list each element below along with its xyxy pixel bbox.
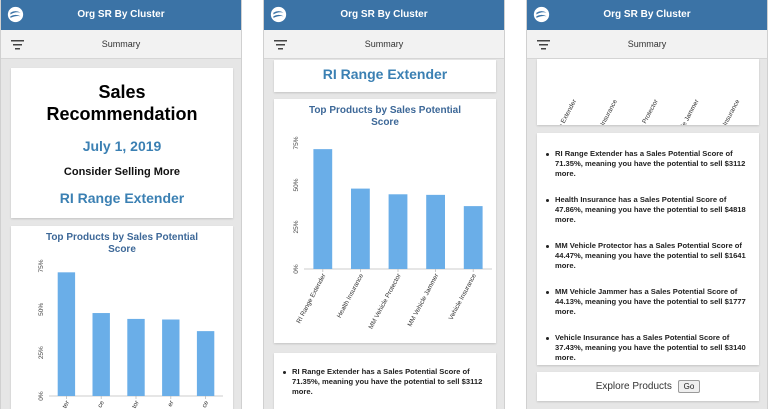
x-tick-label: MM Vehicle Jammer <box>667 98 701 125</box>
y-tick-label: 50% <box>293 178 300 191</box>
recommendation-item: MM Vehicle Protector has a Sales Potenti… <box>546 241 751 271</box>
sales-potential-bar-chart: 0% 25% 50% 75% RI Range Extender Health Insur… <box>293 136 492 331</box>
summary-toolbar: Summary <box>264 30 504 59</box>
summary-toolbar: Summary <box>527 30 767 59</box>
summary-heading-line2: Recommendation <box>46 104 198 124</box>
chart-card: Top Products by Sales Potential Score 0%… <box>274 99 496 343</box>
app-title: Org SR By Cluster <box>603 9 691 20</box>
chart-bar <box>162 319 180 396</box>
explore-label: Explore Products <box>595 381 672 393</box>
x-tick-label: tor <box>131 399 141 409</box>
chart-bar <box>92 313 110 396</box>
x-tick-label: Vehicle Insurance <box>711 98 741 125</box>
explore-card: Explore Products Go <box>537 372 759 401</box>
y-tick-label: 50% <box>38 303 45 316</box>
toolbar-label: Summary <box>627 39 667 49</box>
recommendation-list: RI Range Extender has a Sales Potential … <box>283 367 488 397</box>
toolbar-label: Summary <box>101 39 141 49</box>
summary-date: July 1, 2019 <box>82 138 162 154</box>
recommendations-card: RI Range Extender has a Sales Potential … <box>537 133 759 365</box>
go-button[interactable]: Go <box>677 380 701 393</box>
y-tick-label: 25% <box>293 220 300 233</box>
phone-screen-3: Org SR By Cluster Summary RI Range Exten… <box>526 0 768 409</box>
chart-x-axis-labels: RI Range ExtenderHealth InsuranceMM Vehi… <box>546 98 742 125</box>
app-header: Org SR By Cluster <box>1 0 241 30</box>
app-title: Org SR By Cluster <box>77 9 165 20</box>
chart-bar <box>426 194 445 269</box>
x-tick-label: Health Insurance <box>336 272 365 319</box>
chart-bar <box>463 206 483 269</box>
phone-screen-2: Org SR By Cluster Summary RI Range Exten… <box>263 0 505 409</box>
toolbar-label: Summary <box>364 39 404 49</box>
x-tick-label: MM Vehicle Protector <box>368 272 404 331</box>
chart-bar <box>351 188 370 269</box>
x-tick-label: Health Insurance <box>590 98 619 125</box>
recommendation-item: RI Range Extender has a Sales Potential … <box>283 367 488 397</box>
recommended-product: RI Range Extender <box>59 190 185 206</box>
y-tick-label: 75% <box>293 136 300 149</box>
recommended-product: RI Range Extender <box>322 66 448 82</box>
chart-bar <box>313 149 333 269</box>
x-tick-label: ter <box>61 399 71 409</box>
x-tick-label: er <box>167 399 176 408</box>
recommendation-item: Health Insurance has a Sales Potential S… <box>546 195 751 225</box>
app-title: Org SR By Cluster <box>340 9 428 20</box>
chart-bar <box>57 272 76 396</box>
x-tick-label: ce <box>201 399 211 409</box>
app-header: Org SR By Cluster <box>527 0 767 30</box>
chart-bar <box>196 331 215 396</box>
app-header: Org SR By Cluster <box>264 0 504 30</box>
recommendation-item: Vehicle Insurance has a Sales Potential … <box>546 333 751 363</box>
x-tick-label: RI Range Extender <box>295 272 328 325</box>
y-tick-label: 0% <box>293 264 300 274</box>
summary-card: RI Range Extender <box>274 60 496 92</box>
summary-heading-line1: Sales <box>98 82 146 102</box>
summary-card: Sales Recommendation July 1, 2019 Consid… <box>11 68 233 218</box>
consider-text: Consider Selling More <box>63 166 181 178</box>
chart-card-bottom: RI Range ExtenderHealth InsuranceMM Vehi… <box>537 59 759 125</box>
chart-bar <box>388 194 408 269</box>
recommendation-item: RI Range Extender has a Sales Potential … <box>546 149 751 179</box>
chart-bar <box>127 318 145 396</box>
y-tick-label: 0% <box>38 391 45 401</box>
recommendation-list: RI Range Extender has a Sales Potential … <box>546 149 751 363</box>
y-tick-label: 75% <box>38 259 45 272</box>
x-tick-label: Vehicle Insurance <box>448 272 478 321</box>
explore-row: Explore Products Go <box>537 380 759 393</box>
phone-screen-1: Org SR By Cluster Summary Sales Recommen… <box>0 0 242 409</box>
recommendations-card: RI Range Extender has a Sales Potential … <box>274 353 496 409</box>
x-tick-label: MM Vehicle Protector <box>625 98 661 125</box>
y-tick-label: 25% <box>38 346 45 359</box>
x-tick-label: RI Range Extender <box>546 98 579 125</box>
recommendation-item: MM Vehicle Jammer has a Sales Potential … <box>546 287 751 317</box>
sales-potential-bar-chart: 0% 25% 50% 75% ter ce tor er ce <box>38 259 223 409</box>
x-tick-label: ce <box>97 399 107 409</box>
x-tick-label: MM Vehicle Jammer <box>407 272 441 328</box>
chart-card: Top Products by Sales Potential Score 0%… <box>11 226 233 409</box>
summary-toolbar: Summary <box>1 30 241 59</box>
